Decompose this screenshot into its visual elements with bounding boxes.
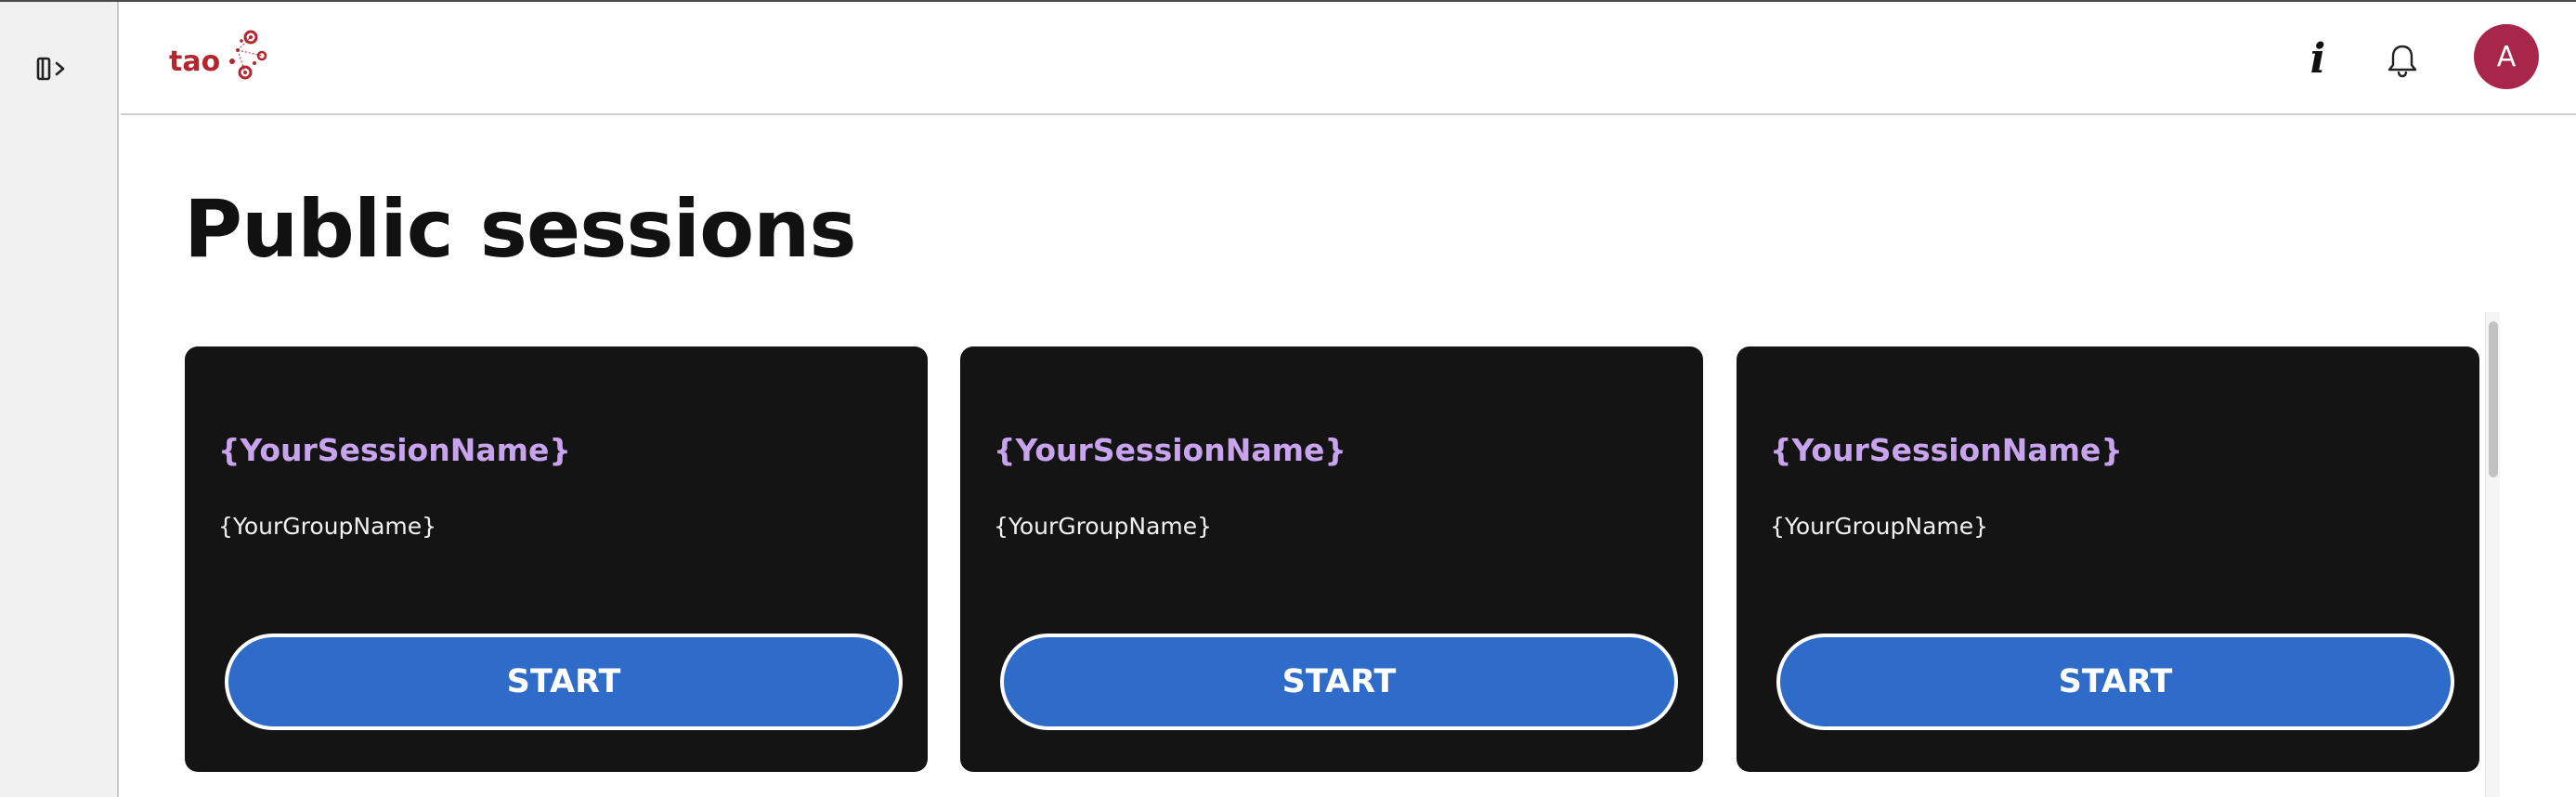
session-card: {YourSessionName} {YourGroupName} START: [960, 346, 1703, 772]
user-avatar[interactable]: A: [2474, 24, 2539, 89]
app-window: tao i A Public sessions {YourSessionName…: [0, 0, 2576, 797]
logo-mark-icon: [229, 30, 267, 80]
page-title: Public sessions: [184, 183, 857, 276]
scrollbar-thumb[interactable]: [2489, 321, 2498, 477]
session-card: {YourSessionName} {YourGroupName} START: [1737, 346, 2479, 772]
left-rail: [0, 2, 119, 797]
info-icon[interactable]: i: [2299, 35, 2336, 83]
session-name: {YourSessionName}: [994, 432, 1347, 468]
start-button[interactable]: START: [225, 634, 903, 730]
top-bar: tao i A: [121, 2, 2576, 115]
group-name: {YourGroupName}: [1770, 513, 1989, 540]
session-name: {YourSessionName}: [218, 432, 571, 468]
start-button[interactable]: START: [1000, 634, 1678, 730]
session-card-list: {YourSessionName} {YourGroupName} START …: [185, 346, 2480, 774]
group-name: {YourGroupName}: [218, 513, 437, 540]
session-name: {YourSessionName}: [1770, 432, 2123, 468]
start-button[interactable]: START: [1776, 634, 2454, 730]
sidebar-expand-icon[interactable]: [33, 50, 71, 87]
session-card: {YourSessionName} {YourGroupName} START: [185, 346, 928, 772]
tao-logo[interactable]: tao: [169, 28, 271, 89]
bell-icon[interactable]: [2381, 39, 2424, 82]
vertical-scrollbar[interactable]: [2485, 312, 2500, 797]
group-name: {YourGroupName}: [994, 513, 1213, 540]
